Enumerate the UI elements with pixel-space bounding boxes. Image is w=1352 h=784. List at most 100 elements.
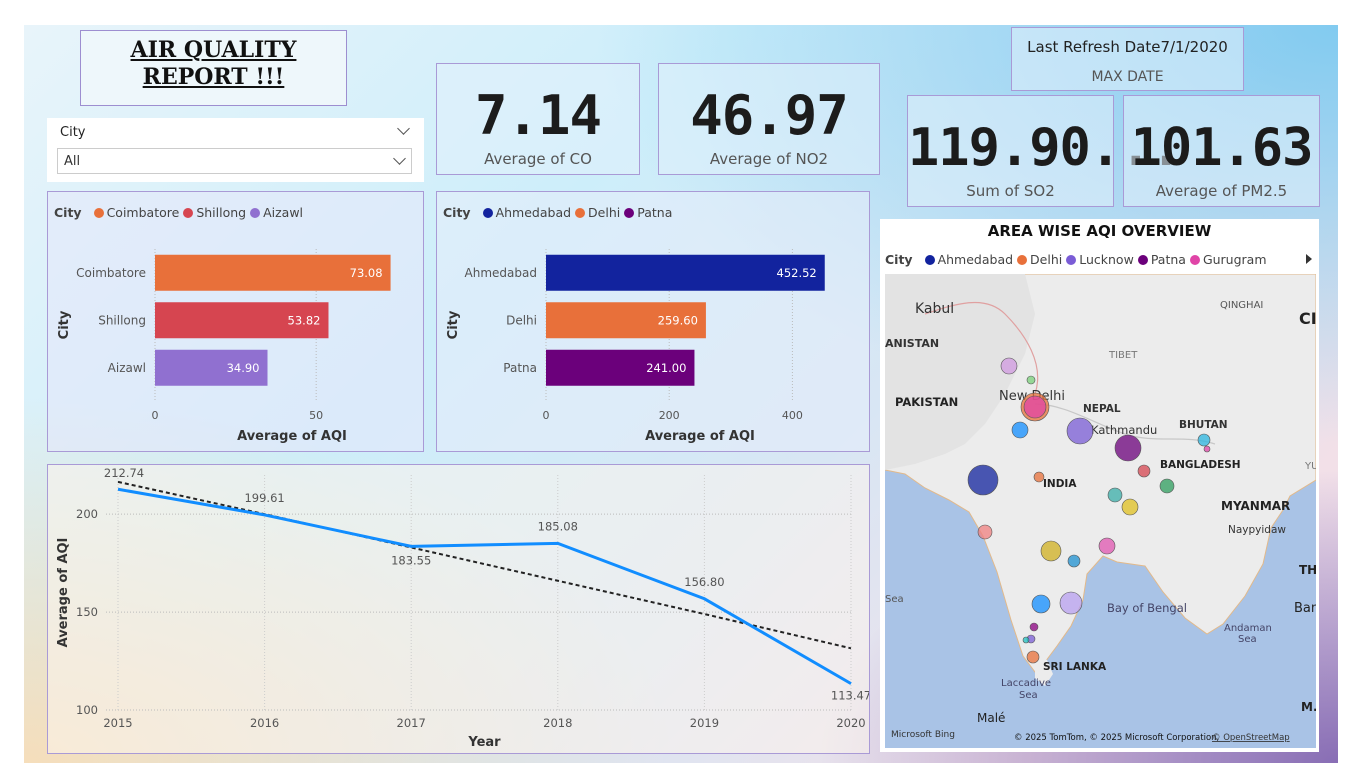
kpi-no2-value: 46.97	[690, 84, 849, 147]
data-label: 183.55	[391, 553, 431, 567]
y-axis-title: Average of AQI	[56, 538, 71, 648]
slicer-label: City	[60, 125, 86, 140]
map-place-label: YU	[1304, 461, 1316, 472]
x-axis-title: Average of AQI	[237, 429, 347, 444]
slicer-dropdown[interactable]: All	[57, 148, 412, 174]
map-place-label: CI	[1299, 309, 1316, 328]
x-tick-label: 2019	[690, 716, 719, 730]
bar-chart-high-aqi[interactable]: City Ahmedabad Delhi Patna 0 200 400 452.52 Ah…	[436, 191, 870, 452]
refresh-sub: MAX DATE	[1091, 69, 1164, 85]
map-place-label: Sea	[885, 594, 904, 605]
map-bubble	[1029, 622, 1039, 632]
bar-value-label: 73.08	[350, 266, 383, 280]
map-place-label: Bay of Bengal	[1107, 601, 1187, 615]
map-bubble	[1031, 594, 1051, 614]
map-bubble	[1033, 471, 1045, 483]
map-legend-dot	[1066, 255, 1077, 265]
y-tick-label: 100	[76, 703, 98, 717]
map-place-label: Naypyidaw	[1228, 524, 1286, 536]
kpi-co-caption: Average of CO	[484, 150, 592, 168]
bar-value-label: 241.00	[646, 361, 686, 375]
line-chart-yearly-aqi[interactable]: 100 150 200 2015 2016 2017 2018 2019 2020 212.74 1…	[47, 464, 870, 754]
bar-value-label: 452.52	[777, 266, 817, 280]
map-bubble	[1098, 537, 1116, 555]
city-slicer[interactable]: City All	[47, 118, 424, 182]
bar-value-label: 34.90	[227, 361, 260, 375]
kpi-card-so2[interactable]: 119.90... Sum of SO2	[907, 95, 1182, 207]
map-bubble	[1197, 433, 1211, 447]
data-label: 156.80	[684, 575, 724, 589]
map-legend-dot	[1137, 255, 1148, 265]
map-bubble	[1000, 357, 1018, 375]
kpi-co-value: 7.14	[474, 84, 602, 147]
x-tick-label: 2017	[397, 716, 426, 730]
x-axis-title: Average of AQI	[645, 429, 755, 444]
report-title: AIR QUALITY REPORT !!!	[80, 30, 347, 106]
kpi-card-pm25[interactable]: 101.63 Average of PM2.5	[1123, 95, 1320, 207]
map-place-label: BANGLADESH	[1160, 459, 1241, 471]
trend-line	[117, 480, 852, 650]
map-place-label: Kabul	[915, 301, 954, 317]
map-place-label: Andaman	[1224, 623, 1272, 634]
map-title: AREA WISE AQI OVERVIEW	[987, 222, 1212, 240]
map-bubble	[1137, 464, 1151, 478]
y-category-label: Aizawl	[108, 361, 146, 375]
y-category-label: Patna	[503, 361, 537, 375]
map-credits: © 2025 TomTom, © 2025 Microsoft Corporat…	[1014, 733, 1219, 743]
map-place-label: M.	[1301, 700, 1316, 714]
map-legend-item: Ahmedabad	[937, 252, 1014, 267]
map-place-label: SRI LANKA	[1043, 661, 1107, 673]
bar-chart-low-aqi[interactable]: City Coimbatore Shillong Aizawl 0 50 73.08 Co…	[47, 191, 424, 452]
slicer-value: All	[64, 154, 81, 169]
map-place-label: MYANMAR	[1221, 499, 1290, 513]
map-place-label: QINGHAI	[1220, 300, 1263, 311]
kpi-card-no2[interactable]: 46.97 Average of NO2	[658, 63, 880, 175]
y-category-label: Shillong	[98, 313, 146, 327]
map-place-label: ANISTAN	[885, 337, 939, 350]
map-legend-dot	[1017, 255, 1028, 265]
kpi-card-co[interactable]: 7.14 Average of CO	[436, 63, 640, 175]
x-tick-label: 50	[309, 409, 323, 422]
map-legend-item: Patna	[1150, 252, 1186, 267]
y-tick-label: 200	[76, 507, 98, 521]
map-bubble	[977, 524, 993, 540]
report-title-line1: AIR QUALITY	[130, 37, 297, 63]
slicer-collapse-chevron-icon[interactable]	[397, 122, 410, 135]
y-category-label: Delhi	[506, 313, 537, 327]
map-legend-title: City	[885, 252, 913, 267]
map-legend-item: Delhi	[1030, 252, 1063, 267]
map-svg[interactable]: KabulANISTANQINGHAICITIBETPAKISTAN New De…	[885, 274, 1316, 748]
map-place-label: BHUTAN	[1179, 419, 1228, 431]
openstreetmap-link: © OpenStreetMap	[1212, 733, 1290, 743]
chart2-svg: 0 200 400 452.52 Ahmedabad 259.60 Delhi 241.00 P…	[446, 249, 825, 444]
map-bubble	[1040, 540, 1062, 562]
map-card[interactable]: AREA WISE AQI OVERVIEW City Ahmedabad Del…	[880, 219, 1319, 752]
map-place-label: NEPAL	[1083, 403, 1121, 415]
chevron-down-icon[interactable]	[393, 152, 406, 165]
map-legend-dot	[1189, 255, 1200, 265]
bing-logo: Microsoft Bing	[891, 730, 955, 740]
map-bubble	[1026, 375, 1036, 385]
y-axis-title: City	[57, 310, 72, 339]
map-bubble	[1026, 650, 1040, 664]
map-bubble	[1203, 445, 1211, 453]
map-bubble	[1022, 636, 1030, 644]
map-legend-item: Lucknow	[1079, 252, 1134, 267]
line-chart-svg: 100 150 200 2015 2016 2017 2018 2019 2020 212.74 1…	[56, 466, 869, 750]
y-category-label: Ahmedabad	[465, 266, 537, 280]
triangle-right-icon[interactable]	[1306, 254, 1312, 264]
bar-value-label: 53.82	[288, 313, 321, 327]
x-tick-label: 400	[782, 409, 803, 422]
x-tick-label: 2016	[250, 716, 279, 730]
x-tick-label: 2018	[543, 716, 572, 730]
map-place-label: Sea	[1238, 634, 1257, 645]
map-bubble	[1121, 498, 1139, 516]
report-title-line2: REPORT !!!	[142, 64, 285, 90]
map-place-label: Malé	[977, 711, 1005, 725]
map-place-label: PAKISTAN	[895, 395, 958, 409]
data-label: 113.47	[831, 689, 869, 703]
map-bubble	[1159, 478, 1175, 494]
map-bubble	[1059, 591, 1083, 615]
map-place-label: INDIA	[1043, 478, 1077, 490]
data-label: 185.08	[538, 519, 578, 533]
